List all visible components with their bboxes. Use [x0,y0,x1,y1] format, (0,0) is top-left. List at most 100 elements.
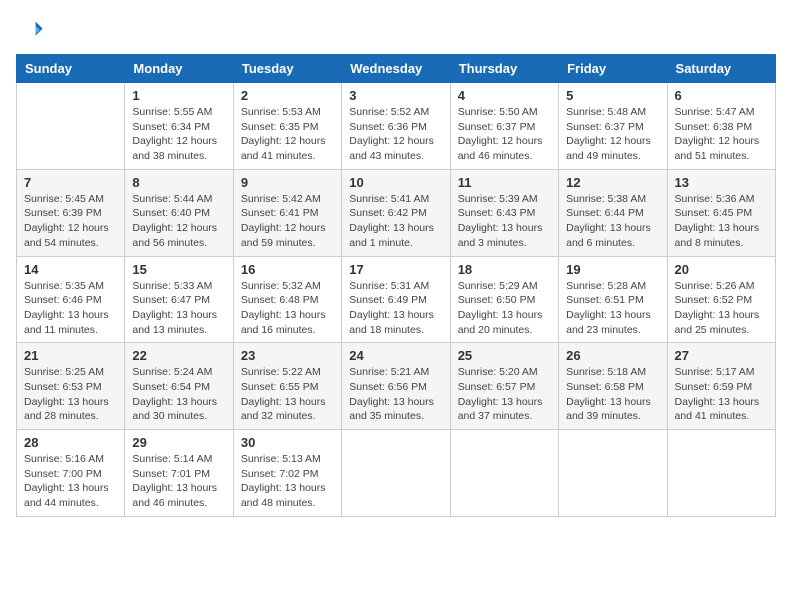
weekday-header-friday: Friday [559,55,667,83]
day-number: 10 [349,175,442,190]
cell-details: Sunrise: 5:31 AM Sunset: 6:49 PM Dayligh… [349,279,442,338]
calendar-cell [342,430,450,517]
calendar-cell [17,83,125,170]
page-header [16,16,776,44]
calendar-cell: 6 Sunrise: 5:47 AM Sunset: 6:38 PM Daylig… [667,83,775,170]
day-number: 26 [566,348,659,363]
cell-details: Sunrise: 5:42 AM Sunset: 6:41 PM Dayligh… [241,192,334,251]
cell-details: Sunrise: 5:53 AM Sunset: 6:35 PM Dayligh… [241,105,334,164]
calendar-week-1: 1Sunrise: 5:55 AM Sunset: 6:34 PM Daylig… [17,83,776,170]
calendar-cell: 13 Sunrise: 5:36 AM Sunset: 6:45 PM Dayli… [667,169,775,256]
cell-details: Sunrise: 5:29 AM Sunset: 6:50 PM Dayligh… [458,279,551,338]
calendar-cell: 24 Sunrise: 5:21 AM Sunset: 6:56 PM Dayli… [342,343,450,430]
cell-details: Sunrise: 5:41 AM Sunset: 6:42 PM Dayligh… [349,192,442,251]
cell-details: Sunrise: 5:13 AM Sunset: 7:02 PM Dayligh… [241,452,334,511]
cell-details: Sunrise: 5:45 AM Sunset: 6:39 PM Dayligh… [24,192,117,251]
calendar-cell: 5 Sunrise: 5:48 AM Sunset: 6:37 PM Daylig… [559,83,667,170]
cell-details: Sunrise: 5:48 AM Sunset: 6:37 PM Dayligh… [566,105,659,164]
cell-details: Sunrise: 5:35 AM Sunset: 6:46 PM Dayligh… [24,279,117,338]
day-number: 8 [132,175,225,190]
day-number: 9 [241,175,334,190]
calendar-cell: 15 Sunrise: 5:33 AM Sunset: 6:47 PM Dayli… [125,256,233,343]
day-number: 18 [458,262,551,277]
weekday-header-saturday: Saturday [667,55,775,83]
cell-details: Sunrise: 5:38 AM Sunset: 6:44 PM Dayligh… [566,192,659,251]
cell-details: Sunrise: 5:24 AM Sunset: 6:54 PM Dayligh… [132,365,225,424]
calendar-cell: 12 Sunrise: 5:38 AM Sunset: 6:44 PM Dayli… [559,169,667,256]
calendar-cell: 18 Sunrise: 5:29 AM Sunset: 6:50 PM Dayli… [450,256,558,343]
calendar-cell: 9 Sunrise: 5:42 AM Sunset: 6:41 PM Daylig… [233,169,341,256]
day-number: 17 [349,262,442,277]
day-number: 11 [458,175,551,190]
calendar-cell: 27 Sunrise: 5:17 AM Sunset: 6:59 PM Dayli… [667,343,775,430]
cell-details: Sunrise: 5:17 AM Sunset: 6:59 PM Dayligh… [675,365,768,424]
day-number: 13 [675,175,768,190]
cell-details: Sunrise: 5:28 AM Sunset: 6:51 PM Dayligh… [566,279,659,338]
day-number: 19 [566,262,659,277]
cell-details: Sunrise: 5:14 AM Sunset: 7:01 PM Dayligh… [132,452,225,511]
day-number: 3 [349,88,442,103]
cell-details: Sunrise: 5:20 AM Sunset: 6:57 PM Dayligh… [458,365,551,424]
cell-details: Sunrise: 5:16 AM Sunset: 7:00 PM Dayligh… [24,452,117,511]
calendar-week-4: 21Sunrise: 5:25 AM Sunset: 6:53 PM Dayli… [17,343,776,430]
weekday-header-monday: Monday [125,55,233,83]
cell-details: Sunrise: 5:36 AM Sunset: 6:45 PM Dayligh… [675,192,768,251]
calendar-cell: 4 Sunrise: 5:50 AM Sunset: 6:37 PM Daylig… [450,83,558,170]
calendar-cell [667,430,775,517]
day-number: 30 [241,435,334,450]
calendar-cell: 14 Sunrise: 5:35 AM Sunset: 6:46 PM Dayli… [17,256,125,343]
cell-details: Sunrise: 5:18 AM Sunset: 6:58 PM Dayligh… [566,365,659,424]
cell-details: Sunrise: 5:47 AM Sunset: 6:38 PM Dayligh… [675,105,768,164]
calendar-cell: 10 Sunrise: 5:41 AM Sunset: 6:42 PM Dayli… [342,169,450,256]
calendar-cell [559,430,667,517]
day-number: 15 [132,262,225,277]
day-number: 29 [132,435,225,450]
calendar-cell: 16Sunrise: 5:32 AM Sunset: 6:48 PM Dayli… [233,256,341,343]
calendar-cell: 28Sunrise: 5:16 AM Sunset: 7:00 PM Dayli… [17,430,125,517]
day-number: 7 [24,175,117,190]
day-number: 27 [675,348,768,363]
calendar-cell: 25 Sunrise: 5:20 AM Sunset: 6:57 PM Dayli… [450,343,558,430]
calendar-cell: 26 Sunrise: 5:18 AM Sunset: 6:58 PM Dayli… [559,343,667,430]
day-number: 24 [349,348,442,363]
calendar-cell: 20Sunrise: 5:26 AM Sunset: 6:52 PM Dayli… [667,256,775,343]
logo [16,16,48,44]
cell-details: Sunrise: 5:55 AM Sunset: 6:34 PM Dayligh… [132,105,225,164]
calendar-cell: 2 Sunrise: 5:53 AM Sunset: 6:35 PM Daylig… [233,83,341,170]
day-number: 6 [675,88,768,103]
calendar-cell: 21Sunrise: 5:25 AM Sunset: 6:53 PM Dayli… [17,343,125,430]
weekday-header-wednesday: Wednesday [342,55,450,83]
cell-details: Sunrise: 5:50 AM Sunset: 6:37 PM Dayligh… [458,105,551,164]
day-number: 4 [458,88,551,103]
calendar-table: SundayMondayTuesdayWednesdayThursdayFrid… [16,54,776,517]
weekday-header-sunday: Sunday [17,55,125,83]
day-number: 12 [566,175,659,190]
calendar-cell: 17 Sunrise: 5:31 AM Sunset: 6:49 PM Dayli… [342,256,450,343]
cell-details: Sunrise: 5:32 AM Sunset: 6:48 PM Dayligh… [241,279,334,338]
cell-details: Sunrise: 5:25 AM Sunset: 6:53 PM Dayligh… [24,365,117,424]
day-number: 14 [24,262,117,277]
day-number: 25 [458,348,551,363]
calendar-cell: 23 Sunrise: 5:22 AM Sunset: 6:55 PM Dayli… [233,343,341,430]
calendar-cell: 29 Sunrise: 5:14 AM Sunset: 7:01 PM Dayli… [125,430,233,517]
cell-details: Sunrise: 5:52 AM Sunset: 6:36 PM Dayligh… [349,105,442,164]
calendar-week-3: 14 Sunrise: 5:35 AM Sunset: 6:46 PM Dayli… [17,256,776,343]
day-number: 2 [241,88,334,103]
calendar-cell: 8Sunrise: 5:44 AM Sunset: 6:40 PM Daylig… [125,169,233,256]
calendar-cell: 30 Sunrise: 5:13 AM Sunset: 7:02 PM Dayli… [233,430,341,517]
day-number: 5 [566,88,659,103]
cell-details: Sunrise: 5:33 AM Sunset: 6:47 PM Dayligh… [132,279,225,338]
cell-details: Sunrise: 5:39 AM Sunset: 6:43 PM Dayligh… [458,192,551,251]
logo-icon [16,16,44,44]
day-number: 22 [132,348,225,363]
calendar-cell [450,430,558,517]
cell-details: Sunrise: 5:21 AM Sunset: 6:56 PM Dayligh… [349,365,442,424]
weekday-header-thursday: Thursday [450,55,558,83]
day-number: 23 [241,348,334,363]
cell-details: Sunrise: 5:22 AM Sunset: 6:55 PM Dayligh… [241,365,334,424]
calendar-week-5: 28Sunrise: 5:16 AM Sunset: 7:00 PM Dayli… [17,430,776,517]
calendar-cell: 3 Sunrise: 5:52 AM Sunset: 6:36 PM Daylig… [342,83,450,170]
cell-details: Sunrise: 5:26 AM Sunset: 6:52 PM Dayligh… [675,279,768,338]
calendar-cell: 11 Sunrise: 5:39 AM Sunset: 6:43 PM Dayli… [450,169,558,256]
weekday-header-tuesday: Tuesday [233,55,341,83]
